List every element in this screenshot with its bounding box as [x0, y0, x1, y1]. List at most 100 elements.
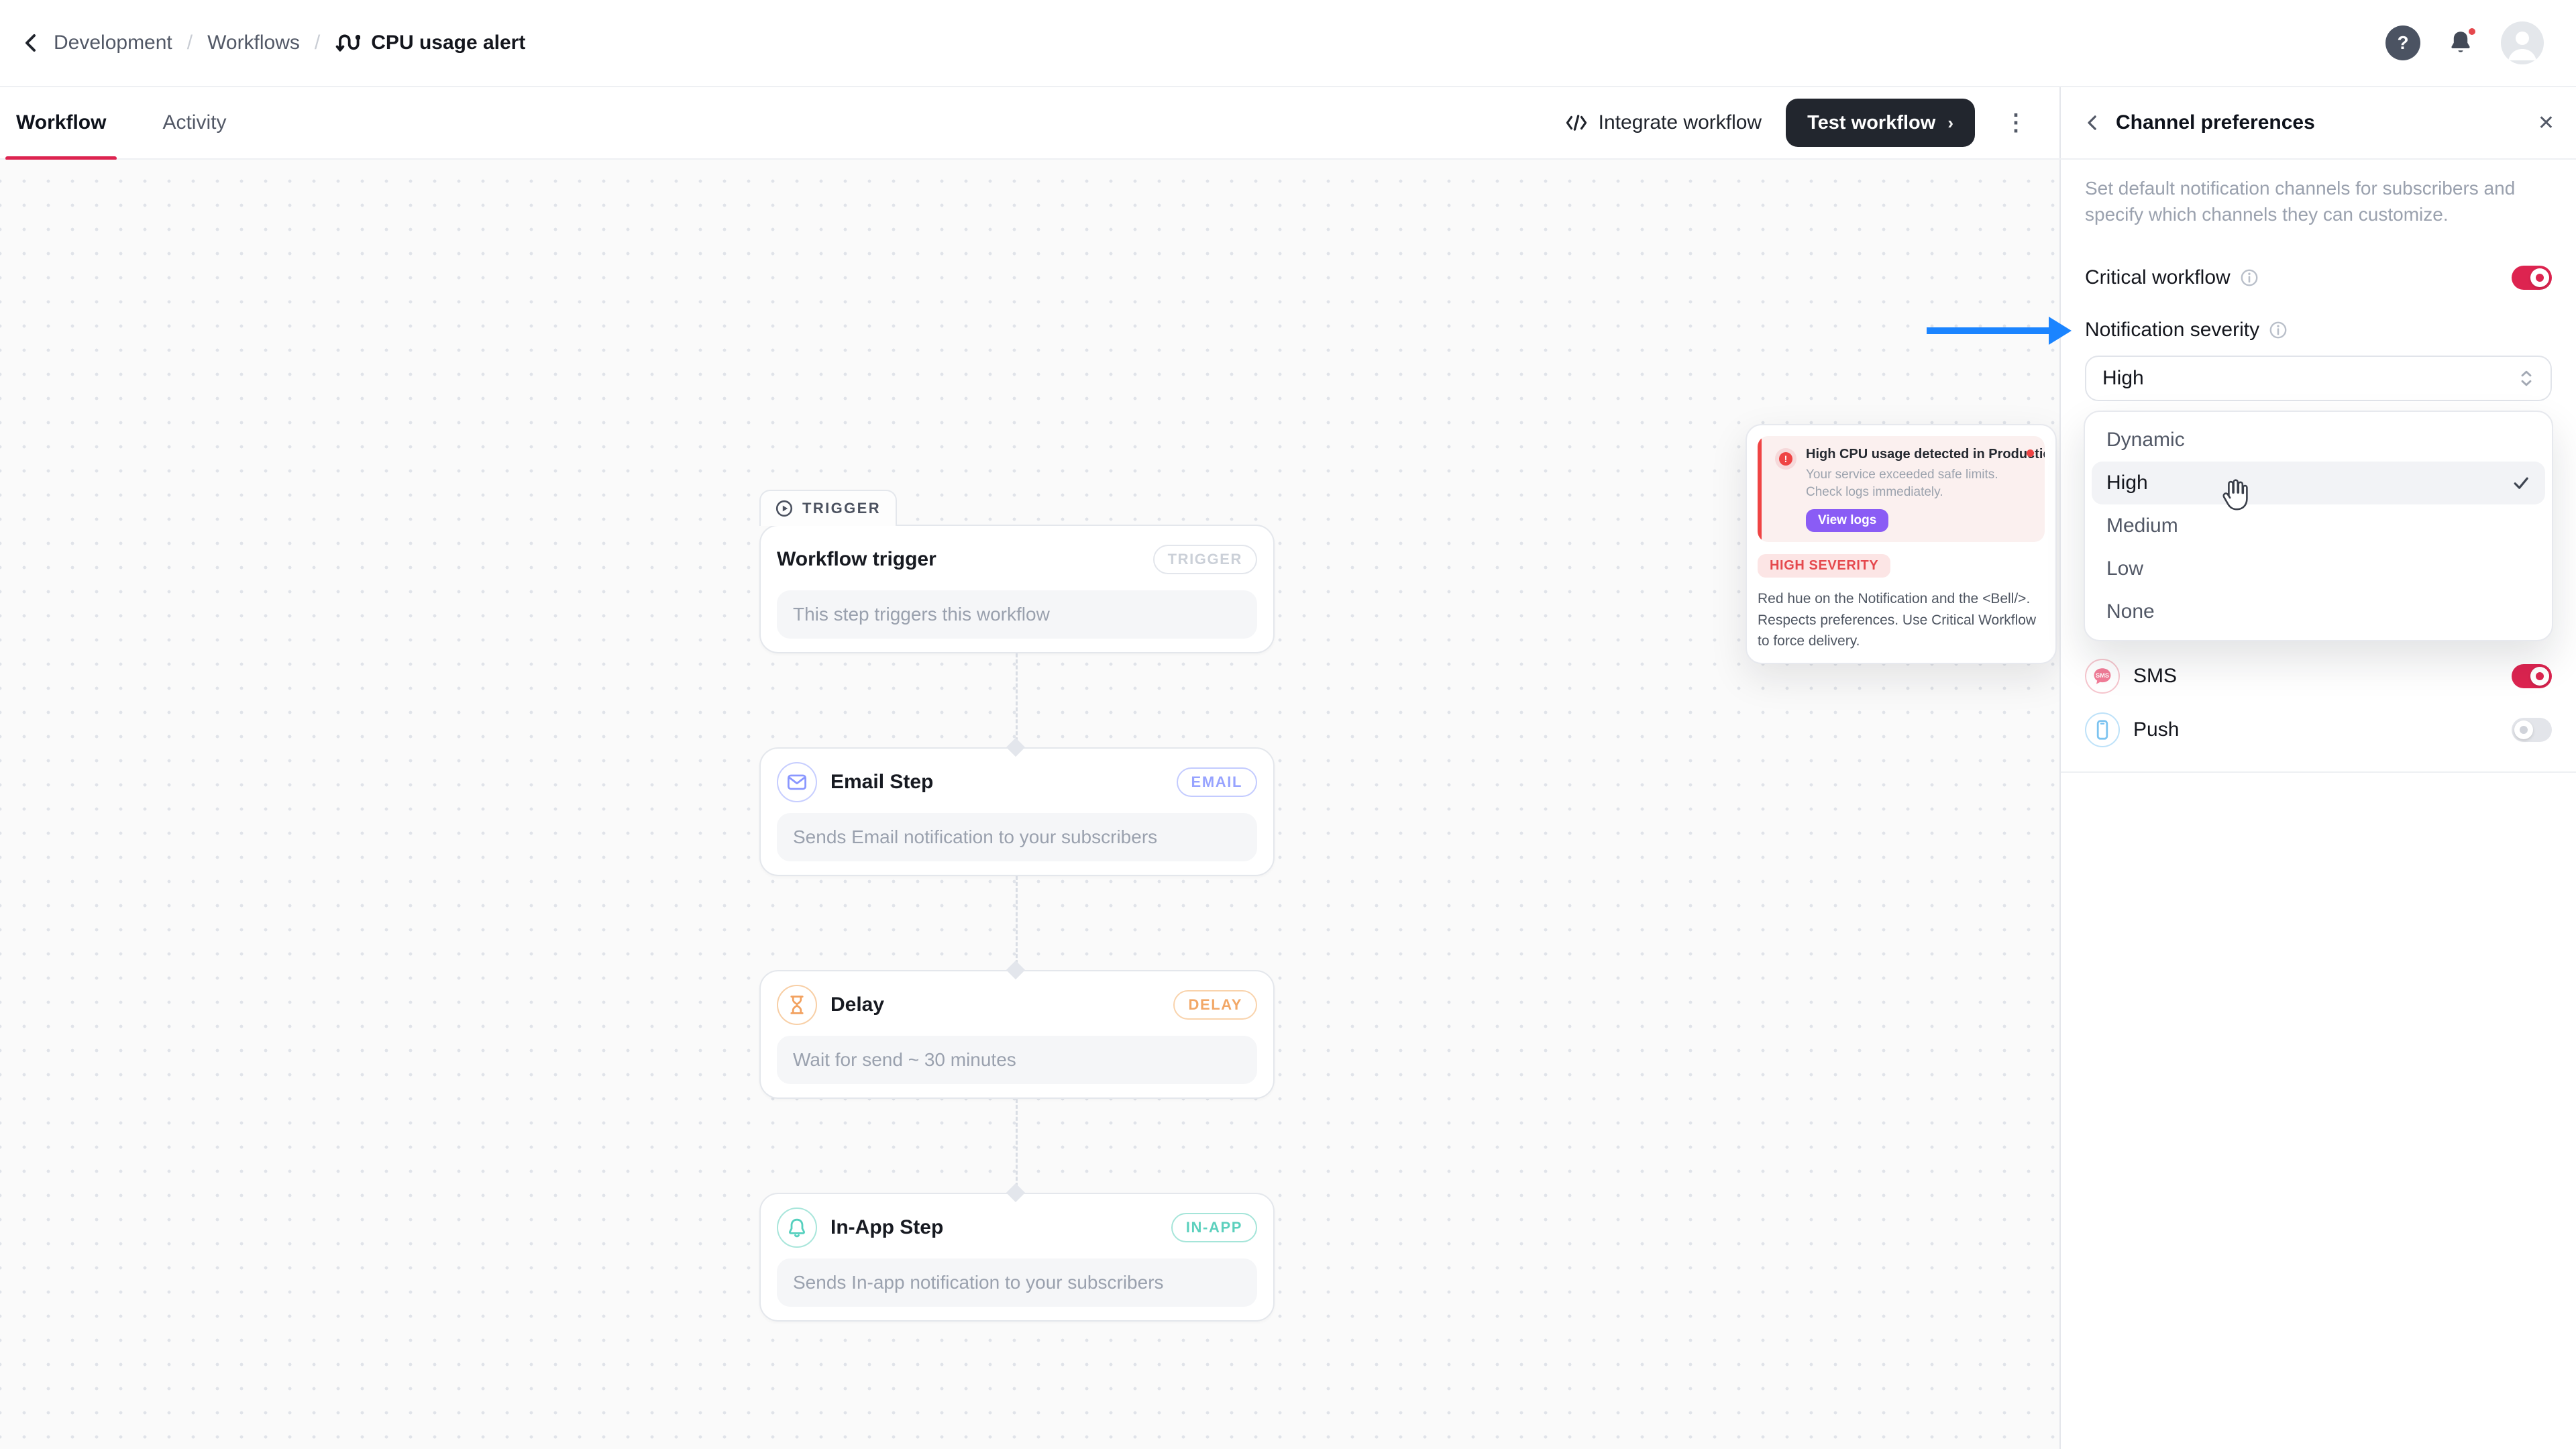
menu-item-none[interactable]: None — [2092, 590, 2545, 633]
panel-description: Set default notification channels for su… — [2085, 176, 2552, 227]
severity-select-value: High — [2102, 367, 2144, 390]
unread-dot-icon — [2027, 449, 2034, 457]
top-bar: Development / Workflows / CPU usage aler… — [0, 0, 2576, 87]
top-actions: ? — [2385, 21, 2544, 64]
channel-row-push: Push — [2085, 711, 2552, 749]
node-description: This step triggers this workflow — [777, 590, 1257, 639]
breadcrumb-workflows[interactable]: Workflows — [207, 32, 300, 54]
mouse-cursor-hand — [2216, 476, 2251, 517]
hourglass-icon — [777, 985, 817, 1025]
node-head: Workflow trigger TRIGGER — [777, 539, 1257, 580]
tooltip-description: Red hue on the Notification and the <Bel… — [1758, 588, 2045, 652]
page: { "topbar": { "breadcrumb": { "items": [… — [0, 0, 2576, 1449]
channel-label-sms: SMS — [2133, 665, 2177, 688]
chevron-up-down-icon — [2518, 368, 2534, 388]
check-icon — [2512, 474, 2530, 492]
workflow-route-icon — [335, 30, 360, 56]
critical-workflow-row: Critical workflow — [2085, 259, 2552, 297]
workflow-toolbar: Workflow Activity Integrate workflow Tes… — [0, 87, 2059, 158]
trigger-tab-label: TRIGGER — [802, 500, 881, 517]
node-head: Email Step EMAIL — [777, 762, 1257, 802]
notification-body: Your service exceeded safe limits. Check… — [1806, 466, 2031, 501]
edge-connector — [1016, 653, 1018, 747]
back-button[interactable] — [19, 31, 43, 55]
panel-back-icon[interactable] — [2082, 113, 2102, 133]
node-badge: DELAY — [1173, 990, 1257, 1020]
annotation-arrow-head — [2049, 317, 2072, 345]
node-badge: TRIGGER — [1153, 545, 1257, 574]
info-icon[interactable] — [2269, 321, 2288, 339]
test-workflow-label: Test workflow — [1807, 112, 1935, 134]
notification-severity-row: Notification severity — [2085, 313, 2552, 347]
breadcrumb-current: CPU usage alert — [335, 30, 525, 56]
notification-head: ! High CPU usage detected in Production … — [1775, 447, 2031, 542]
integrate-workflow-link[interactable]: Integrate workflow — [1565, 111, 1762, 134]
sms-icon: SMS — [2085, 659, 2120, 694]
node-title: Email Step — [830, 771, 933, 794]
integrate-workflow-label: Integrate workflow — [1599, 111, 1762, 134]
node-title: Workflow trigger — [777, 548, 936, 571]
view-logs-button[interactable]: View logs — [1806, 509, 1888, 532]
panel-divider — [2061, 771, 2576, 773]
main: TRIGGER Workflow trigger TRIGGER This st… — [0, 160, 2576, 1449]
menu-item-high[interactable]: High — [2092, 462, 2545, 504]
node-badge: IN-APP — [1171, 1213, 1257, 1242]
channel-label-push: Push — [2133, 718, 2179, 741]
edge-connector — [1016, 1099, 1018, 1193]
menu-item-dynamic[interactable]: Dynamic — [2092, 419, 2545, 462]
notification-preview: ! High CPU usage detected in Production … — [1758, 436, 2045, 542]
alert-icon: ! — [1775, 448, 1796, 470]
node-head: Delay DELAY — [777, 985, 1257, 1025]
node-workflow-trigger[interactable]: Workflow trigger TRIGGER This step trigg… — [759, 525, 1275, 653]
play-circle-icon — [775, 500, 793, 517]
tab-activity[interactable]: Activity — [152, 87, 237, 159]
node-badge: EMAIL — [1177, 767, 1257, 797]
avatar[interactable] — [2501, 21, 2544, 64]
trigger-tab: TRIGGER — [759, 490, 897, 526]
node-delay[interactable]: Delay DELAY Wait for send ~ 30 minutes — [759, 970, 1275, 1099]
bell-icon — [777, 1208, 817, 1248]
code-icon — [1565, 113, 1588, 132]
panel-header: Channel preferences ✕ — [2059, 87, 2576, 158]
help-icon[interactable]: ? — [2385, 25, 2420, 60]
close-icon[interactable]: ✕ — [2538, 111, 2555, 135]
critical-workflow-toggle[interactable] — [2512, 266, 2552, 290]
test-workflow-button[interactable]: Test workflow › — [1786, 99, 1975, 147]
severity-select[interactable]: High — [2085, 356, 2552, 401]
info-icon[interactable] — [2240, 268, 2259, 287]
tab-workflow[interactable]: Workflow — [5, 87, 117, 159]
channel-row-sms: SMS SMS — [2085, 657, 2552, 695]
workflow-canvas[interactable]: TRIGGER Workflow trigger TRIGGER This st… — [0, 160, 2059, 1449]
second-row: Workflow Activity Integrate workflow Tes… — [0, 87, 2576, 160]
edge-connector — [1016, 876, 1018, 970]
channel-preferences-panel: Set default notification channels for su… — [2059, 160, 2576, 1449]
push-phone-icon — [2085, 712, 2120, 747]
node-title: Delay — [830, 994, 884, 1016]
node-head: In-App Step IN-APP — [777, 1208, 1257, 1248]
severity-dropdown-menu: Dynamic High Medium Low None — [2084, 411, 2553, 641]
email-envelope-icon — [777, 762, 817, 802]
node-email-step[interactable]: Email Step EMAIL Sends Email notificatio… — [759, 747, 1275, 876]
toolbar-actions: Integrate workflow Test workflow › ⋮ — [1565, 99, 2033, 147]
svg-text:SMS: SMS — [2096, 672, 2109, 679]
severity-tooltip: ! High CPU usage detected in Production … — [1746, 424, 2057, 664]
breadcrumb-separator: / — [187, 32, 193, 54]
breadcrumb-separator: / — [315, 32, 320, 54]
notification-title: High CPU usage detected in Production — [1806, 447, 2031, 462]
menu-item-low[interactable]: Low — [2092, 547, 2545, 590]
notification-severity-label: Notification severity — [2085, 319, 2259, 341]
notifications-bell-icon[interactable] — [2446, 28, 2475, 58]
high-severity-badge: HIGH SEVERITY — [1758, 554, 1890, 578]
sms-toggle[interactable] — [2512, 664, 2552, 688]
node-title: In-App Step — [830, 1216, 943, 1239]
menu-item-medium[interactable]: Medium — [2092, 504, 2545, 547]
unread-indicator — [2466, 25, 2478, 38]
push-toggle[interactable] — [2512, 718, 2552, 742]
annotation-arrow — [1927, 327, 2051, 334]
node-description: Wait for send ~ 30 minutes — [777, 1036, 1257, 1084]
kebab-menu-icon[interactable]: ⋮ — [1999, 106, 2033, 140]
breadcrumb-development[interactable]: Development — [54, 32, 172, 54]
node-in-app-step[interactable]: In-App Step IN-APP Sends In-app notifica… — [759, 1193, 1275, 1322]
chevron-right-icon: › — [1947, 113, 1953, 133]
page-title: CPU usage alert — [371, 32, 525, 54]
